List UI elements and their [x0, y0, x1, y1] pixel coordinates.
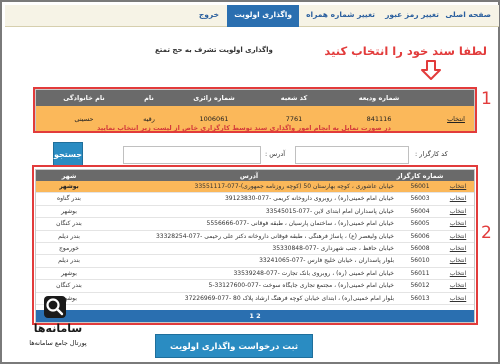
- step-marker-1: 1: [481, 89, 492, 109]
- submit-transfer-button[interactable]: ثبت درخواست واگذاری اولویت تشرف: [155, 334, 313, 358]
- nav-item-home[interactable]: صفحه اصلی: [445, 10, 491, 19]
- brand-name: سامانه‌ها: [33, 322, 83, 335]
- page-frame: صفحه اصلی تغییر رمز عبور تغییر شماره همر…: [0, 0, 500, 364]
- select-document-hint: لطفا سند خود را انتخاب کنید: [324, 44, 487, 58]
- page-title: واگذاری اولویت تشرف به حج تمتع: [155, 46, 273, 54]
- nav-item-change-mobile[interactable]: تغییر شماره همراه: [306, 10, 375, 19]
- address-label: آدرس :: [265, 150, 286, 158]
- nav-item-change-password[interactable]: تغییر رمز عبور: [385, 10, 439, 19]
- address-input[interactable]: [123, 146, 261, 164]
- step-marker-2: 2: [481, 223, 492, 243]
- agency-code-label: کد کارگزار :: [415, 150, 448, 158]
- top-navigation: صفحه اصلی تغییر رمز عبور تغییر شماره همر…: [5, 5, 499, 27]
- brand-tagline: پورتال جامع سامانه‌ها: [29, 339, 87, 347]
- brand-watermark: سامانه‌ها پورتال جامع سامانه‌ها: [8, 294, 110, 356]
- nav-item-priority-transfer[interactable]: واگذاری اولویت: [227, 5, 299, 27]
- agency-code-input[interactable]: [295, 146, 409, 164]
- agency-selection-note: در صورت تمایل به انجام امور واگذاری سند …: [97, 124, 391, 132]
- nav-item-logout[interactable]: خروج: [199, 10, 219, 19]
- arrow-down-icon: [421, 60, 441, 80]
- search-button[interactable]: جستجو: [53, 142, 83, 166]
- magnifier-logo-icon: [44, 296, 66, 318]
